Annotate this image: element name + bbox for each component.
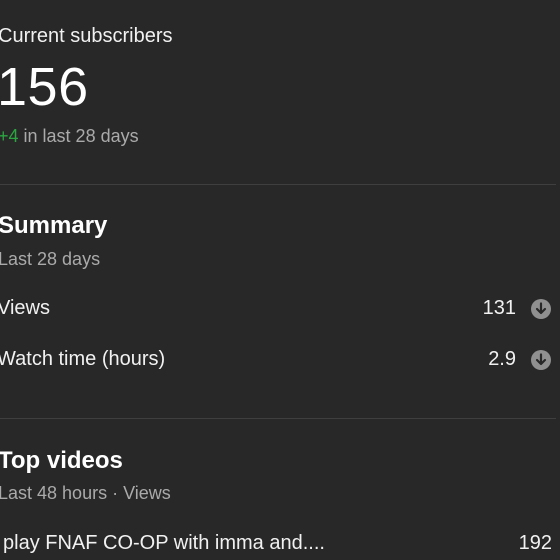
divider xyxy=(0,184,556,185)
subscribers-label: Current subscribers xyxy=(0,25,173,47)
top-videos-title: Top videos xyxy=(0,447,123,474)
top-video-item[interactable]: play FNAF CO-OP with imma and.... 192 xyxy=(0,532,560,560)
subscriber-change: +4 in last 28 days xyxy=(0,126,139,147)
subscriber-count: 156 xyxy=(0,57,89,117)
metric-value: 131 xyxy=(482,297,516,319)
metric-label: Watch time (hours) xyxy=(0,348,166,370)
summary-title: Summary xyxy=(0,212,108,239)
metric-value: 2.9 xyxy=(488,348,516,370)
video-title: play FNAF CO-OP with imma and.... xyxy=(3,532,325,554)
arrow-down-circle-icon xyxy=(531,350,551,370)
subscriber-delta: +4 xyxy=(0,126,19,146)
divider xyxy=(0,418,556,419)
subscriber-delta-period: in last 28 days xyxy=(18,126,139,146)
video-views: 192 xyxy=(518,532,552,554)
metric-label: Views xyxy=(0,297,50,319)
top-videos-period: Last 48 hours · Views xyxy=(0,483,171,503)
arrow-down-circle-icon xyxy=(531,299,551,319)
channel-analytics-card: Current subscribers 156 +4 in last 28 da… xyxy=(0,0,560,560)
metric-row-views[interactable]: Views 131 xyxy=(0,297,560,327)
metric-row-watch-time[interactable]: Watch time (hours) 2.9 xyxy=(0,348,560,378)
summary-period: Last 28 days xyxy=(0,249,101,269)
